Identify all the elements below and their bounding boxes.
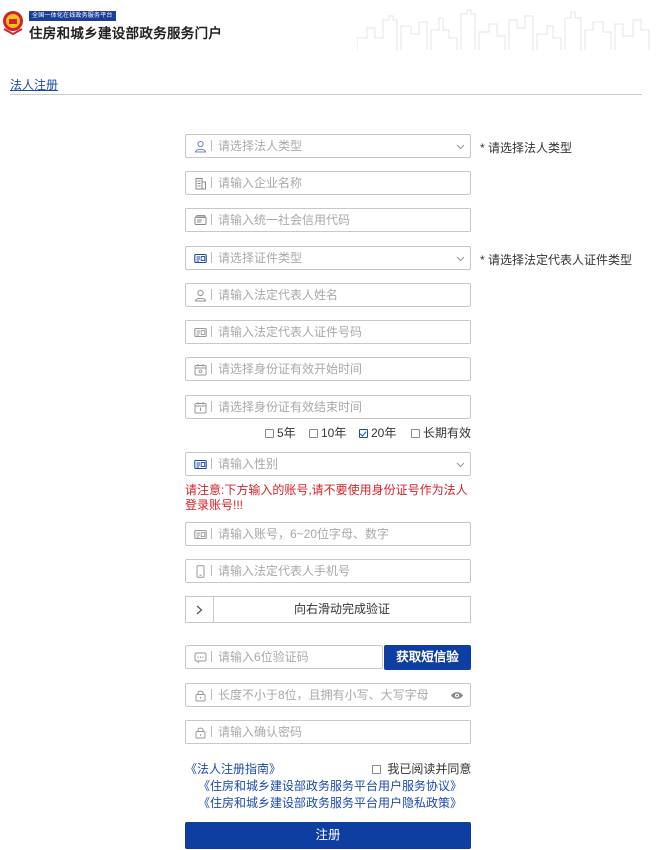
cert-type-select[interactable]: 请选择证件类型 bbox=[185, 246, 471, 270]
validity-option-10y[interactable]: 10年 bbox=[309, 424, 346, 441]
agree-checkbox-row[interactable]: 我已阅读并同意 bbox=[372, 760, 471, 777]
checkbox-20y[interactable] bbox=[359, 429, 368, 438]
rep-cert-number-input[interactable]: 请输入法定代表人证件号码 bbox=[185, 320, 471, 344]
confirm-password-placeholder: 请输入确认密码 bbox=[211, 721, 445, 743]
chevron-down-icon bbox=[456, 256, 465, 262]
user-icon bbox=[194, 140, 207, 153]
slide-verification[interactable]: 向右滑动完成验证 bbox=[185, 596, 471, 623]
cert-type-hint: * 请选择法定代表人证件类型 bbox=[480, 253, 633, 267]
id-card-icon bbox=[194, 327, 207, 338]
agree-label: 我已阅读并同意 bbox=[387, 762, 472, 776]
id-end-date-placeholder: 请选择身份证有效结束时间 bbox=[211, 396, 445, 418]
account-warning: 请注意:下方输入的账号,请不要使用身份证号作为法人登录账号!!! bbox=[185, 483, 468, 512]
registration-guide-link[interactable]: 《法人注册指南》 bbox=[185, 760, 281, 777]
company-name-placeholder: 请输入企业名称 bbox=[211, 172, 445, 194]
phone-input[interactable]: 请输入法定代表人手机号 bbox=[185, 559, 471, 583]
tab-bar: 法人注册 bbox=[10, 78, 642, 95]
license-card-icon bbox=[194, 215, 207, 225]
gender-select[interactable]: 请输入性别 bbox=[185, 452, 471, 476]
rep-cert-number-placeholder: 请输入法定代表人证件号码 bbox=[211, 321, 445, 343]
national-emblem-icon bbox=[3, 11, 23, 35]
validity-option-permanent[interactable]: 长期有效 bbox=[411, 424, 471, 441]
mobile-phone-icon bbox=[196, 565, 205, 578]
legal-type-placeholder: 请选择法人类型 bbox=[211, 135, 445, 157]
gender-placeholder: 请输入性别 bbox=[211, 453, 445, 475]
phone-placeholder: 请输入法定代表人手机号 bbox=[211, 560, 445, 582]
rep-name-placeholder: 请输入法定代表人姓名 bbox=[211, 284, 445, 306]
legal-type-select[interactable]: 请选择法人类型 bbox=[185, 134, 471, 158]
city-skyline-decoration bbox=[357, 9, 650, 50]
id-start-date-placeholder: 请选择身份证有效开始时间 bbox=[211, 358, 445, 380]
legal-type-hint: * 请选择法人类型 bbox=[480, 141, 573, 155]
message-icon bbox=[194, 652, 207, 664]
register-button[interactable]: 注册 bbox=[185, 822, 471, 849]
calendar-icon bbox=[194, 364, 207, 376]
id-start-date-input[interactable]: 请选择身份证有效开始时间 bbox=[185, 357, 471, 381]
company-name-input[interactable]: 请输入企业名称 bbox=[185, 171, 471, 195]
slider-handle[interactable] bbox=[186, 597, 214, 622]
account-placeholder: 请输入账号，6~20位字母、数字 bbox=[211, 523, 445, 545]
id-end-date-input[interactable]: 请选择身份证有效结束时间 bbox=[185, 395, 471, 419]
credit-code-input[interactable]: 请输入统一社会信用代码 bbox=[185, 208, 471, 232]
id-card-icon bbox=[194, 253, 207, 264]
chevron-down-icon bbox=[456, 144, 465, 150]
user-icon bbox=[194, 289, 207, 302]
slider-label: 向右滑动完成验证 bbox=[293, 602, 390, 616]
site-title: 住房和城乡建设部政务服务门户 bbox=[29, 26, 223, 41]
validity-option-label: 10年 bbox=[321, 426, 347, 440]
privacy-policy-link[interactable]: 《住房和城乡建设部政务服务平台用户隐私政策》 bbox=[198, 794, 462, 811]
validity-option-label: 5年 bbox=[277, 426, 296, 440]
account-input[interactable]: 请输入账号，6~20位字母、数字 bbox=[185, 522, 471, 546]
sms-code-input[interactable]: 请输入6位验证码 bbox=[185, 645, 383, 669]
cert-type-placeholder: 请选择证件类型 bbox=[211, 247, 445, 269]
eye-icon[interactable] bbox=[450, 690, 464, 701]
get-sms-code-button[interactable]: 获取短信验 bbox=[384, 645, 471, 670]
password-input[interactable]: 长度不小于8位，且拥有小写、大写字母 bbox=[185, 683, 471, 707]
lock-icon bbox=[195, 690, 206, 702]
rep-name-input[interactable]: 请输入法定代表人姓名 bbox=[185, 283, 471, 307]
lock-icon bbox=[195, 727, 206, 739]
validity-option-label: 20年 bbox=[371, 426, 397, 440]
building-icon bbox=[195, 178, 206, 190]
chevron-down-icon bbox=[456, 462, 465, 468]
sms-code-placeholder: 请输入6位验证码 bbox=[211, 646, 357, 668]
password-placeholder: 长度不小于8位，且拥有小写、大写字母 bbox=[211, 684, 445, 706]
validity-option-20y[interactable]: 20年 bbox=[359, 424, 396, 441]
tab-legal-registration[interactable]: 法人注册 bbox=[10, 78, 58, 93]
calendar-icon bbox=[194, 402, 207, 414]
chevron-right-icon bbox=[196, 605, 203, 615]
checkbox-permanent[interactable] bbox=[411, 429, 420, 438]
service-agreement-link[interactable]: 《住房和城乡建设部政务服务平台用户服务协议》 bbox=[198, 777, 462, 794]
confirm-password-input[interactable]: 请输入确认密码 bbox=[185, 720, 471, 744]
validity-option-5y[interactable]: 5年 bbox=[265, 424, 296, 441]
validity-option-label: 长期有效 bbox=[423, 426, 472, 440]
checkbox-10y[interactable] bbox=[309, 429, 318, 438]
id-card-icon bbox=[194, 459, 207, 470]
agree-checkbox[interactable] bbox=[372, 765, 381, 774]
site-header: 全国一体化在线政务服务平台 住房和城乡建设部政务服务门户 bbox=[0, 0, 657, 50]
checkbox-5y[interactable] bbox=[265, 429, 274, 438]
credit-code-placeholder: 请输入统一社会信用代码 bbox=[211, 209, 445, 231]
id-card-icon bbox=[194, 529, 207, 540]
platform-tag: 全国一体化在线政务服务平台 bbox=[29, 11, 116, 21]
